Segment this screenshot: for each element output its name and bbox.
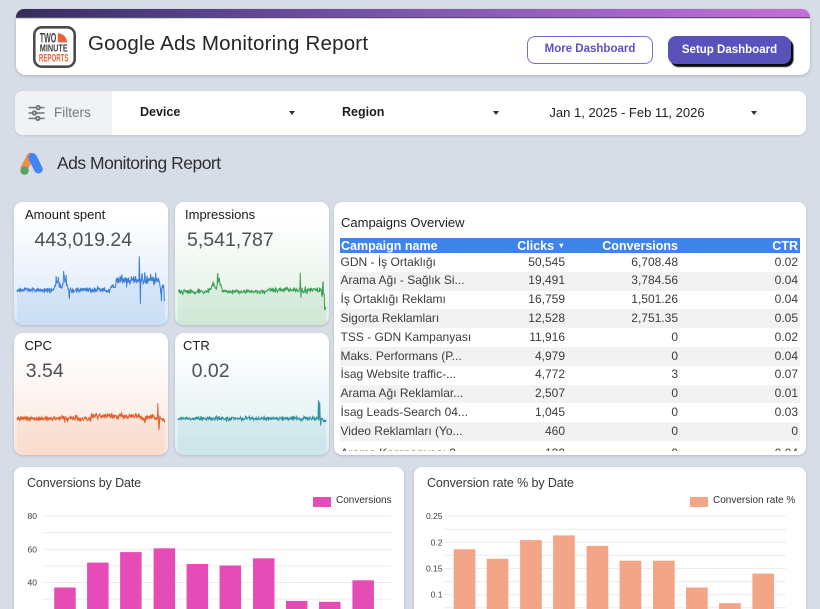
svg-text:REPORTS: REPORTS — [39, 52, 69, 64]
svg-text:0.1: 0.1 — [431, 590, 443, 600]
svg-text:0.25: 0.25 — [426, 511, 443, 521]
svg-text:0.2: 0.2 — [431, 537, 443, 547]
svg-text:40: 40 — [28, 578, 38, 588]
svg-text:0.15: 0.15 — [426, 564, 443, 574]
svg-text:60: 60 — [28, 544, 38, 554]
svg-text:80: 80 — [28, 511, 38, 521]
